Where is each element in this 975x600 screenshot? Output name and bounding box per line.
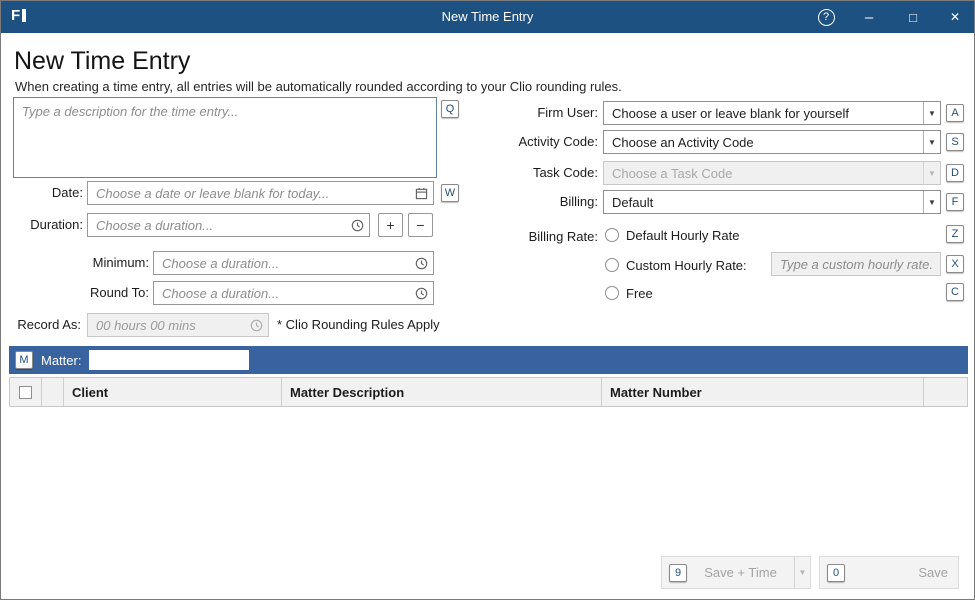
duration-decrement-button[interactable]: − — [408, 213, 433, 237]
save-plus-time-button[interactable]: 9 Save + Time ▼ — [661, 556, 811, 589]
date-label: Date: — [51, 185, 83, 200]
select-all-checkbox[interactable] — [19, 385, 32, 399]
shortcut-badge-9: 9 — [669, 563, 687, 582]
rounding-rules-note: * Clio Rounding Rules Apply — [277, 317, 440, 332]
duration-input[interactable] — [88, 214, 349, 236]
matter-search-input[interactable] — [89, 350, 250, 370]
shortcut-badge-c: C — [946, 283, 964, 301]
help-icon: ? — [817, 8, 835, 26]
shortcut-badge-z: Z — [946, 225, 964, 243]
duration-field[interactable] — [87, 213, 370, 237]
billing-label: Billing: — [559, 194, 598, 209]
minimize-icon: – — [864, 8, 874, 26]
billing-rate-label: Billing Rate: — [528, 229, 598, 244]
description-input[interactable] — [13, 97, 437, 178]
radio-button-icon[interactable] — [605, 258, 619, 272]
radio-default-hourly-rate-label: Default Hourly Rate — [626, 227, 740, 243]
activity-code-label: Activity Code: — [518, 134, 598, 149]
record-as-input — [88, 314, 248, 336]
scroll-gutter — [924, 378, 967, 406]
radio-button-icon[interactable] — [605, 228, 619, 242]
radio-custom-hourly-rate[interactable]: Custom Hourly Rate: — [605, 255, 747, 275]
activity-code-value: Choose an Activity Code — [612, 134, 754, 150]
firm-user-dropdown[interactable]: Choose a user or leave blank for yoursel… — [603, 101, 941, 125]
duration-increment-button[interactable]: + — [378, 213, 403, 237]
save-plus-time-label: Save + Time — [704, 565, 777, 580]
minimize-button[interactable]: – — [852, 1, 886, 33]
clock-icon[interactable] — [413, 287, 433, 300]
round-to-input[interactable] — [154, 282, 413, 304]
select-all-cell[interactable] — [10, 378, 42, 406]
activity-code-dropdown[interactable]: Choose an Activity Code ▼ — [603, 130, 941, 154]
custom-hourly-rate-input — [772, 253, 940, 275]
matter-table-header: Client Matter Description Matter Number — [9, 377, 968, 407]
plus-icon: + — [386, 217, 395, 233]
matter-table-body[interactable] — [9, 407, 968, 553]
minimum-label: Minimum: — [92, 255, 149, 270]
matter-number-column-header[interactable]: Matter Number — [602, 378, 924, 406]
shortcut-badge-f: F — [946, 193, 964, 211]
save-button[interactable]: 0 Save — [819, 556, 959, 589]
round-to-field[interactable] — [153, 281, 434, 305]
title-bar: F New Time Entry ? – □ ✕ — [1, 1, 974, 33]
date-field[interactable] — [87, 181, 434, 205]
shortcut-badge-x: X — [946, 255, 964, 273]
help-button[interactable]: ? — [809, 1, 843, 33]
spacer-column-header — [42, 378, 64, 406]
chevron-down-icon[interactable]: ▼ — [923, 102, 940, 124]
matter-label: Matter: — [41, 352, 82, 368]
save-plus-time-dropdown-arrow[interactable]: ▼ — [794, 557, 810, 588]
close-icon: ✕ — [949, 10, 961, 24]
maximize-button[interactable]: □ — [896, 1, 930, 33]
clock-icon[interactable] — [413, 257, 433, 270]
chevron-down-icon: ▼ — [923, 162, 940, 184]
shortcut-badge-0: 0 — [827, 563, 845, 582]
clock-icon — [248, 319, 268, 332]
shortcut-badge-a: A — [946, 104, 964, 122]
page-subtitle: When creating a time entry, all entries … — [15, 79, 622, 94]
page-title: New Time Entry — [14, 47, 191, 75]
clock-icon[interactable] — [349, 219, 369, 232]
radio-free[interactable]: Free — [605, 283, 653, 303]
radio-button-icon[interactable] — [605, 286, 619, 300]
date-input[interactable] — [88, 182, 413, 204]
record-as-field — [87, 313, 269, 337]
radio-free-label: Free — [626, 285, 653, 301]
billing-value: Default — [612, 194, 654, 210]
minimum-input[interactable] — [154, 252, 413, 274]
task-code-label: Task Code: — [532, 165, 598, 180]
chevron-down-icon[interactable]: ▼ — [923, 131, 940, 153]
shortcut-badge-s: S — [946, 133, 964, 151]
maximize-icon: □ — [909, 9, 917, 25]
matter-description-column-header[interactable]: Matter Description — [282, 378, 602, 406]
firm-user-label: Firm User: — [537, 105, 598, 120]
custom-hourly-rate-field — [771, 252, 941, 276]
radio-custom-hourly-rate-label: Custom Hourly Rate: — [626, 257, 747, 273]
billing-dropdown[interactable]: Default ▼ — [603, 190, 941, 214]
shortcut-badge-m: M — [15, 351, 33, 369]
round-to-label: Round To: — [89, 285, 149, 300]
new-time-entry-window: F New Time Entry ? – □ ✕ New Time Entry … — [0, 0, 975, 600]
matter-bar: M Matter: — [9, 346, 968, 374]
radio-default-hourly-rate[interactable]: Default Hourly Rate — [605, 225, 739, 245]
client-column-header[interactable]: Client — [64, 378, 282, 406]
close-button[interactable]: ✕ — [938, 1, 972, 33]
record-as-label: Record As: — [17, 317, 81, 332]
duration-label: Duration: — [30, 217, 83, 232]
chevron-down-icon: ▼ — [798, 568, 807, 577]
firm-user-value: Choose a user or leave blank for yoursel… — [612, 105, 850, 121]
save-button-label: Save — [918, 565, 948, 580]
calendar-icon[interactable] — [413, 187, 433, 200]
task-code-value: Choose a Task Code — [612, 165, 733, 181]
minimum-field[interactable] — [153, 251, 434, 275]
minus-icon: − — [416, 217, 425, 233]
chevron-down-icon[interactable]: ▼ — [923, 191, 940, 213]
shortcut-badge-d: D — [946, 164, 964, 182]
task-code-dropdown: Choose a Task Code ▼ — [603, 161, 941, 185]
